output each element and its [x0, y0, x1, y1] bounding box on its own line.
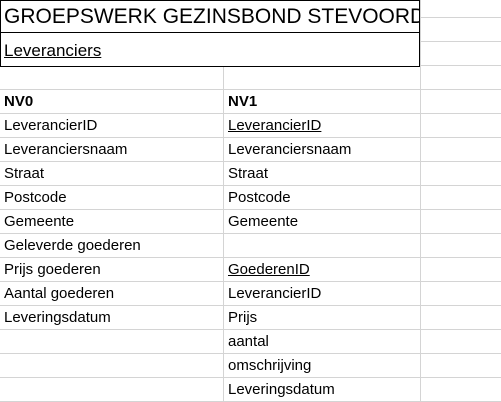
column-divider — [420, 0, 421, 67]
nv1-cell[interactable]: LeverancierID — [228, 282, 321, 306]
nv0-cell[interactable]: Postcode — [4, 186, 67, 210]
nv1-cell-key[interactable]: LeverancierID — [228, 114, 321, 138]
nv1-cell[interactable]: Gemeente — [228, 210, 298, 234]
sheet-title-cell[interactable]: GROEPSWERK GEZINSBOND STEVOORD — [0, 0, 420, 33]
nv0-cell[interactable]: Geleverde goederen — [4, 234, 141, 258]
nv0-cell[interactable]: Gemeente — [4, 210, 74, 234]
nv1-cell-key[interactable]: GoederenID — [228, 258, 310, 282]
nv0-cell[interactable]: Aantal goederen — [4, 282, 114, 306]
nv0-cell[interactable]: LeverancierID — [4, 114, 97, 138]
nv0-cell[interactable]: Leveringsdatum — [4, 306, 111, 330]
sheet-subtitle-cell[interactable]: Leveranciers — [0, 33, 420, 67]
nv0-cell[interactable]: Prijs goederen — [4, 258, 101, 282]
nv1-cell[interactable]: Leveranciersnaam — [228, 138, 351, 162]
nv1-cell[interactable]: Prijs — [228, 306, 257, 330]
nv1-cell[interactable]: omschrijving — [228, 354, 311, 378]
nv1-header-cell[interactable]: NV1 — [228, 90, 257, 114]
nv0-cell[interactable]: Leveranciersnaam — [4, 138, 127, 162]
nv0-cell[interactable]: Straat — [4, 162, 44, 186]
nv1-cell[interactable]: Leveringsdatum — [228, 378, 335, 402]
nv1-cell[interactable]: Straat — [228, 162, 268, 186]
nv0-header-cell[interactable]: NV0 — [4, 90, 33, 114]
nv1-cell[interactable]: Postcode — [228, 186, 291, 210]
nv1-cell[interactable]: aantal — [228, 330, 269, 354]
